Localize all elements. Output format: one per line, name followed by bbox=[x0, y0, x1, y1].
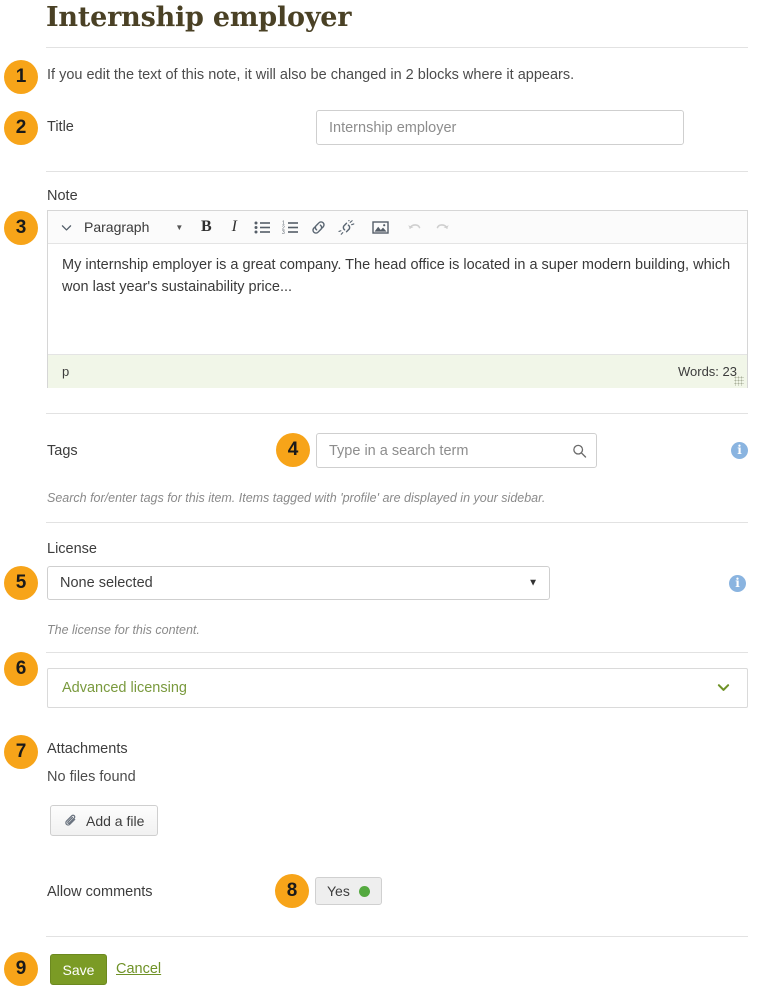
title-section-divider bbox=[46, 171, 748, 172]
redo-icon[interactable] bbox=[429, 214, 455, 240]
license-help-text: The license for this content. bbox=[47, 623, 200, 637]
callout-badge-6: 6 bbox=[4, 652, 38, 686]
tags-search-wrapper bbox=[316, 433, 597, 468]
note-edit-page: Internship employer 1 If you edit the te… bbox=[0, 0, 757, 994]
tags-section-divider bbox=[46, 522, 748, 523]
callout-badge-2: 2 bbox=[4, 111, 38, 145]
note-field-label: Note bbox=[47, 188, 78, 204]
unlink-icon[interactable] bbox=[333, 214, 359, 240]
callout-badge-8: 8 bbox=[275, 874, 309, 908]
callout-badge-9: 9 bbox=[4, 952, 38, 986]
title-field-label: Title bbox=[47, 119, 74, 135]
allow-comments-value: Yes bbox=[327, 883, 350, 899]
toggle-on-indicator-icon bbox=[358, 885, 370, 897]
ordered-list-icon[interactable]: 1 2 3 bbox=[277, 214, 303, 240]
attachments-empty-text: No files found bbox=[47, 769, 136, 785]
license-info-icon[interactable]: i bbox=[729, 575, 746, 592]
add-a-file-label: Add a file bbox=[86, 812, 145, 829]
license-selected-value: None selected bbox=[60, 575, 153, 591]
callout-badge-3: 3 bbox=[4, 211, 38, 245]
allow-comments-label: Allow comments bbox=[47, 884, 153, 900]
image-icon[interactable] bbox=[367, 214, 393, 240]
actions-divider bbox=[46, 936, 748, 937]
allow-comments-toggle[interactable]: Yes bbox=[315, 877, 382, 905]
header-divider bbox=[46, 47, 748, 48]
unordered-list-icon[interactable] bbox=[249, 214, 275, 240]
advanced-licensing-label: Advanced licensing bbox=[62, 680, 187, 696]
add-a-file-button[interactable]: Add a file bbox=[50, 805, 159, 836]
chevron-down-icon bbox=[716, 682, 731, 695]
cancel-link[interactable]: Cancel bbox=[116, 961, 161, 977]
editor-word-count: Words: 23 bbox=[677, 364, 737, 379]
editor-element-path[interactable]: p bbox=[62, 364, 69, 379]
tags-info-icon[interactable]: i bbox=[731, 442, 748, 459]
paragraph-format-caret-icon: ▼ bbox=[175, 222, 184, 232]
paragraph-format-label: Paragraph bbox=[84, 219, 150, 235]
toolbar-collapse-chevron-down-icon[interactable] bbox=[54, 214, 80, 240]
bold-button[interactable]: B bbox=[193, 214, 219, 240]
advanced-licensing-toggle[interactable]: Advanced licensing bbox=[47, 668, 748, 708]
note-editor-body[interactable]: My internship employer is a great compan… bbox=[48, 244, 747, 354]
editor-status-bar: p Words: 23 bbox=[48, 354, 747, 388]
tags-help-text: Search for/enter tags for this item. Ite… bbox=[47, 491, 546, 505]
note-rich-text-editor: Paragraph ▼ B I 1 2 3 My internship empl… bbox=[47, 210, 748, 388]
link-icon[interactable] bbox=[305, 214, 331, 240]
svg-text:3: 3 bbox=[282, 230, 285, 235]
license-select[interactable]: None selected ▼ bbox=[47, 566, 550, 600]
paperclip-icon bbox=[64, 814, 78, 828]
chevron-down-icon: ▼ bbox=[528, 577, 538, 589]
page-title: Internship employer bbox=[46, 2, 352, 33]
save-button[interactable]: Save bbox=[50, 954, 107, 985]
title-input[interactable] bbox=[316, 110, 684, 145]
note-section-divider bbox=[46, 413, 748, 414]
callout-badge-1: 1 bbox=[4, 60, 38, 94]
paragraph-format-dropdown[interactable]: Paragraph ▼ bbox=[82, 219, 187, 235]
italic-button[interactable]: I bbox=[221, 214, 247, 240]
tags-field-label: Tags bbox=[47, 443, 78, 459]
license-field-label: License bbox=[47, 541, 97, 557]
search-icon[interactable] bbox=[572, 443, 587, 458]
attachments-label: Attachments bbox=[47, 741, 128, 757]
callout-badge-7: 7 bbox=[4, 735, 38, 769]
license-section-divider bbox=[46, 652, 748, 653]
editor-resize-handle[interactable] bbox=[734, 376, 744, 386]
tags-search-input[interactable] bbox=[316, 433, 597, 468]
callout-badge-4: 4 bbox=[276, 433, 310, 467]
editor-toolbar: Paragraph ▼ B I 1 2 3 bbox=[48, 211, 747, 244]
intro-note-text: If you edit the text of this note, it wi… bbox=[47, 67, 575, 83]
undo-icon[interactable] bbox=[401, 214, 427, 240]
callout-badge-5: 5 bbox=[4, 566, 38, 600]
